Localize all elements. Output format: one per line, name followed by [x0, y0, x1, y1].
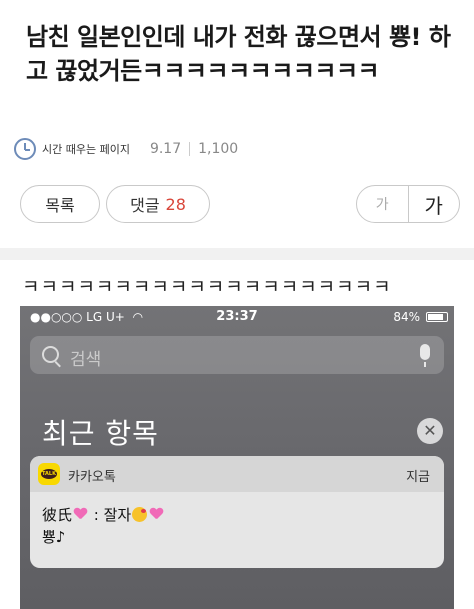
- list-button-label: 목록: [45, 196, 75, 215]
- search-icon: [42, 346, 59, 363]
- post-body-text: ㅋㅋㅋㅋㅋㅋㅋㅋㅋㅋㅋㅋㅋㅋㅋㅋㅋㅋㅋㅋ: [22, 276, 392, 298]
- status-bar: ●●○○○ LG U+ ◠ 23:37 84%: [20, 306, 454, 328]
- battery-icon: [426, 312, 448, 322]
- clear-icon[interactable]: ✕: [417, 418, 443, 444]
- font-small-button[interactable]: 가: [357, 186, 409, 222]
- author-name[interactable]: 시간 때우는 페이지: [42, 141, 130, 157]
- phone-screenshot: ●●○○○ LG U+ ◠ 23:37 84% 검색 최근 항목 ✕ TALK …: [20, 306, 454, 609]
- search-placeholder: 검색: [70, 350, 102, 370]
- message-sender: 彼氏: [42, 506, 73, 524]
- heart-icon: [74, 508, 87, 521]
- post-meta: 시간 때우는 페이지 9.17 1,100: [14, 136, 238, 162]
- mic-icon[interactable]: [420, 344, 430, 367]
- message-line-2: 뿅♪: [42, 528, 66, 546]
- notification-message: 彼氏 : 잘자 뿅♪: [42, 504, 165, 548]
- kakaotalk-icon: TALK: [38, 463, 60, 485]
- comment-button[interactable]: 댓글 28: [106, 185, 210, 223]
- message-text: : 잘자: [89, 506, 132, 524]
- notification-time: 지금: [406, 470, 430, 485]
- notification-header: TALK 카카오톡 지금: [30, 456, 444, 492]
- heart-icon: [150, 508, 163, 521]
- recent-items-title: 최근 항목: [42, 417, 159, 450]
- status-time: 23:37: [216, 309, 258, 324]
- comment-button-label: 댓글: [130, 196, 160, 215]
- view-count: 1,100: [198, 141, 239, 157]
- font-size-toggle: 가 가: [356, 185, 460, 223]
- search-bar[interactable]: 검색: [30, 336, 444, 374]
- list-button[interactable]: 목록: [20, 185, 100, 223]
- kiss-icon: [132, 507, 148, 522]
- post-date: 9.17: [149, 141, 182, 157]
- comment-count: 28: [165, 194, 186, 214]
- post-title: 남친 일본인인데 내가 전화 끊으면서 뿅! 하고 끊었거든ㅋㅋㅋㅋㅋㅋㅋㅋㅋㅋ…: [26, 23, 451, 85]
- font-large-button[interactable]: 가: [409, 186, 460, 222]
- meta-divider: [189, 142, 191, 156]
- notification-app-name: 카카오톡: [68, 470, 116, 485]
- notification-card[interactable]: TALK 카카오톡 지금 彼氏 : 잘자 뿅♪: [30, 456, 444, 568]
- battery-percent: 84%: [393, 310, 420, 324]
- section-divider: [0, 248, 474, 260]
- clock-icon: [14, 138, 36, 160]
